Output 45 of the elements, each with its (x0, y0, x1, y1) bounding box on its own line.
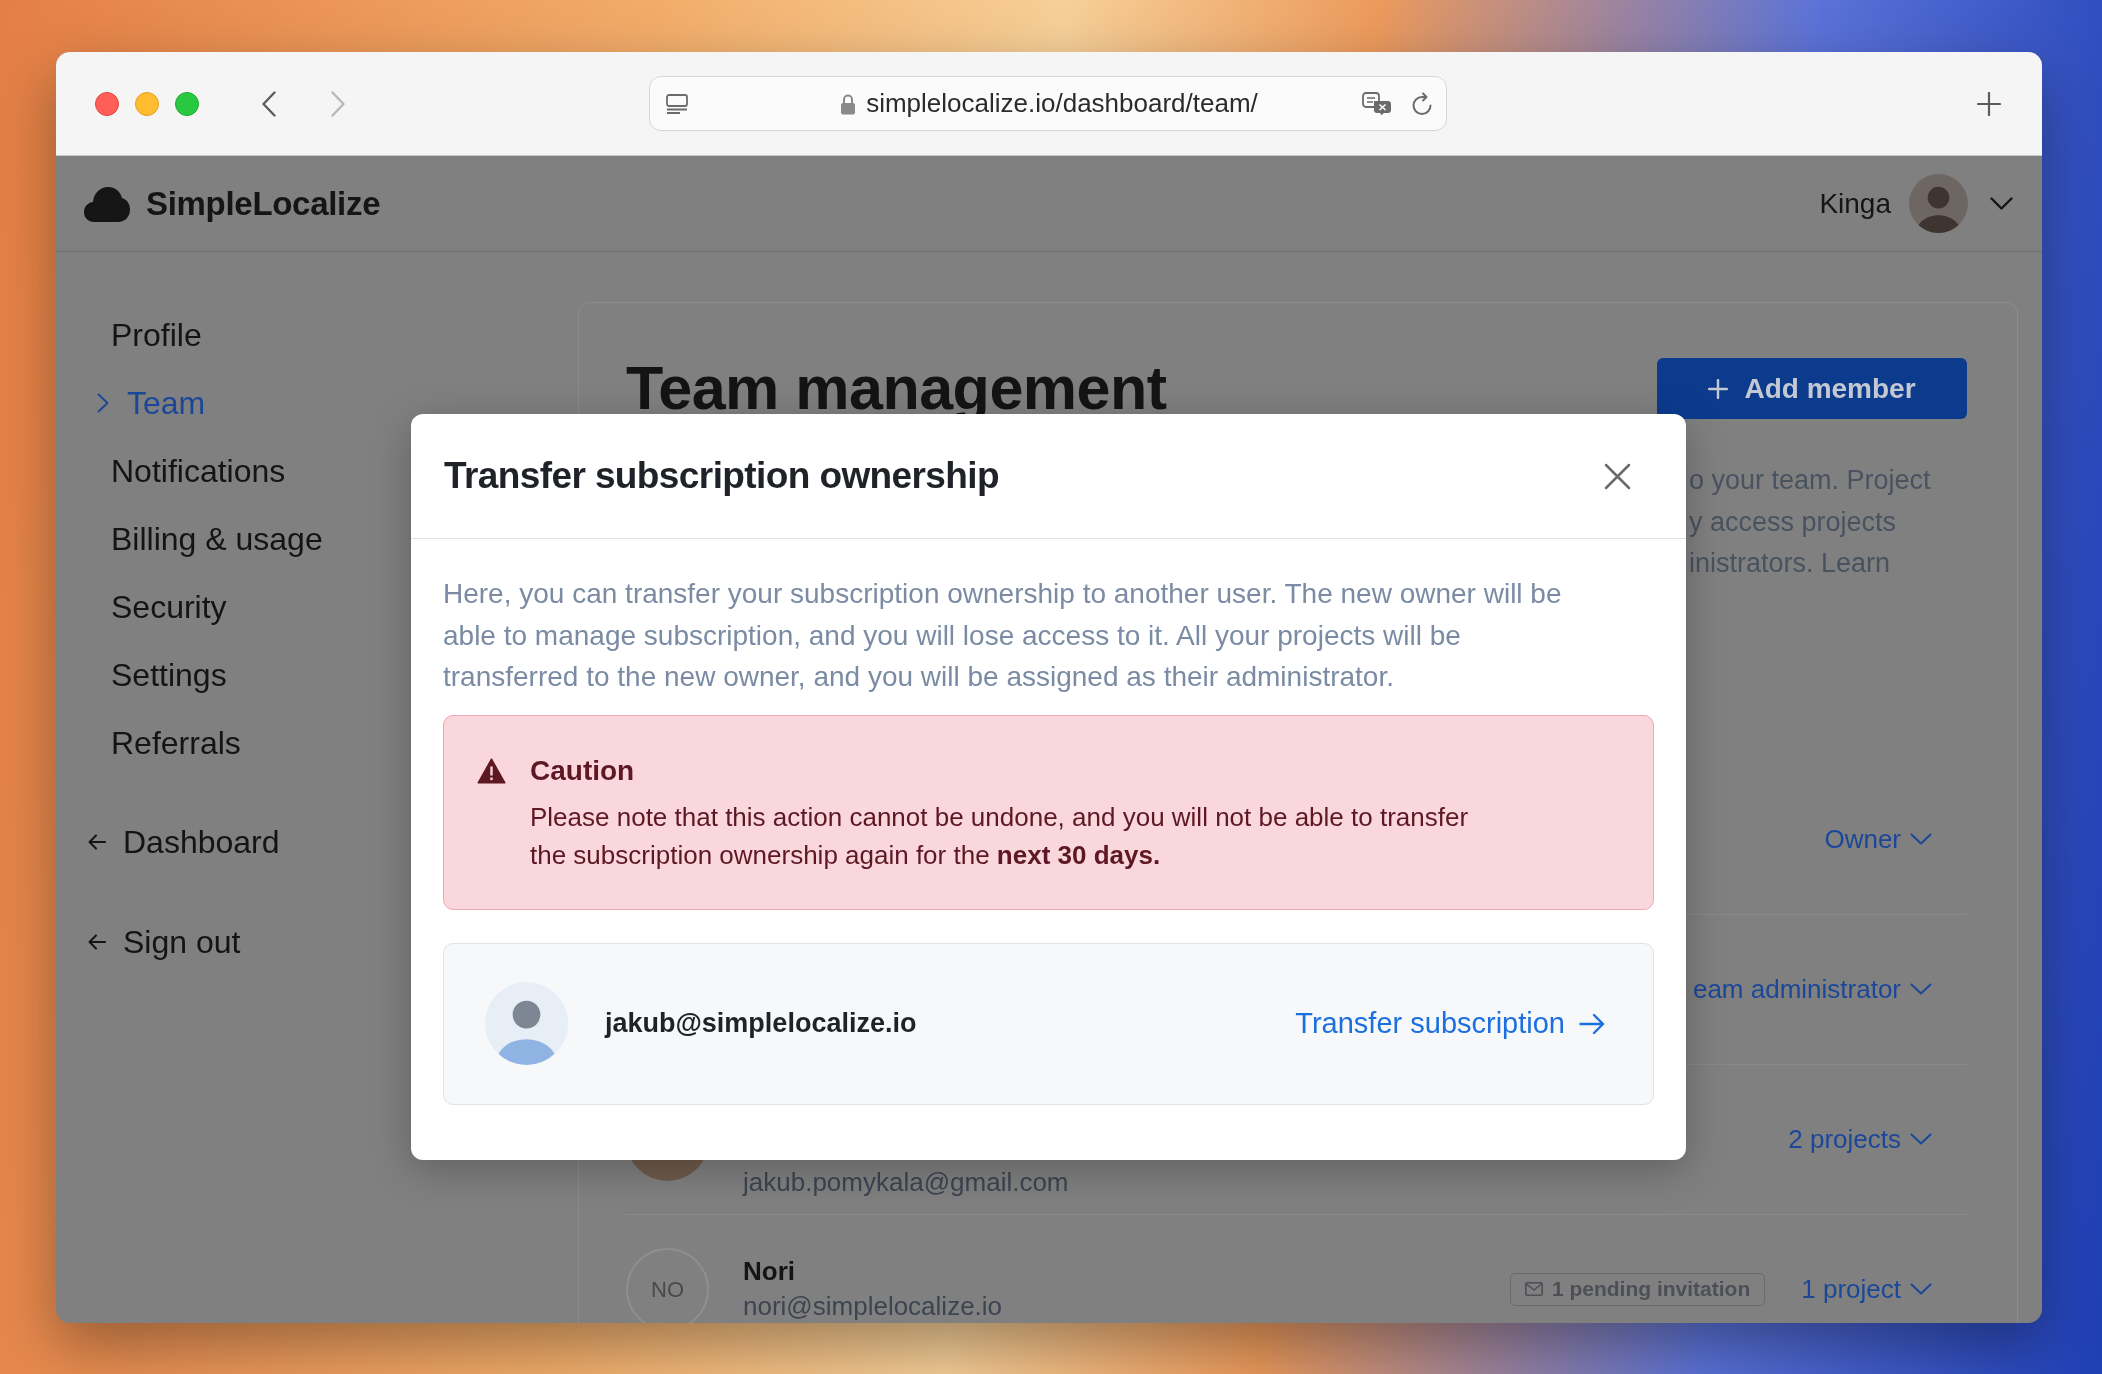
transfer-subscription-link[interactable]: Transfer subscription (1295, 1001, 1605, 1046)
url-text: simplelocalize.io/dashboard/team/ (866, 87, 1258, 120)
chevron-right-icon (97, 393, 109, 413)
page-title: Team management (626, 358, 1167, 419)
page-icon[interactable] (666, 93, 688, 114)
cloud-logo-icon (83, 184, 131, 223)
close-icon[interactable] (1604, 462, 1631, 490)
caution-text: Please note that this action cannot be undone, and you will not be able to transfer the subscription ownership again for the next 30 days. (530, 800, 1470, 872)
plus-icon[interactable] (1977, 91, 2001, 116)
lock-icon (840, 92, 857, 115)
sidebar-item[interactable]: Profile (111, 301, 202, 369)
warning-icon (477, 757, 506, 784)
chevron-down-icon (1910, 833, 1932, 845)
modal-description: Here, you can transfer your subscription ownership to another user. The new owner will be able to manage subscription, and you will lose access to it. All your projects will be transferred to the new owner, and you will be assigned as their administrator. (443, 577, 1563, 694)
member-name: Nori (743, 1255, 795, 1288)
mail-icon (1524, 1282, 1543, 1296)
sidebar-item[interactable]: Referrals (111, 709, 241, 777)
arrow-left-icon (88, 834, 106, 850)
modal-title: Transfer subscription ownership (444, 454, 999, 499)
user-menu-button[interactable]: Kinga (1819, 174, 2013, 233)
reload-icon[interactable] (1411, 91, 1433, 116)
chevron-down-icon (1910, 1133, 1932, 1145)
caution-title: Caution (530, 753, 636, 788)
chevron-down-icon (1990, 197, 2013, 210)
sidebar-link[interactable]: Dashboard (88, 808, 280, 876)
sidebar-link[interactable]: Sign out (88, 908, 241, 976)
member-email: jakub.pomykala@gmail.com (743, 1166, 1069, 1199)
member-email: jakub@simplelocalize.io (605, 1007, 917, 1041)
arrow-left-icon (88, 934, 106, 950)
arrow-right-icon (1579, 1012, 1605, 1035)
brand-name: SimpleLocalize (146, 183, 381, 224)
chevron-down-icon (1910, 1283, 1932, 1295)
sidebar-item[interactable]: Billing & usage (111, 505, 323, 573)
plus-icon (1708, 378, 1729, 399)
sidebar-item[interactable]: Security (111, 573, 227, 641)
address-bar[interactable]: simplelocalize.io/dashboard/team/ (649, 76, 1447, 131)
sidebar-item[interactable]: Settings (111, 641, 227, 709)
translate-icon[interactable] (1362, 91, 1392, 116)
member-email: nori@simplelocalize.io (743, 1290, 1003, 1323)
add-member-button[interactable]: Add member (1657, 358, 1967, 419)
window-zoom-icon[interactable] (175, 91, 199, 116)
window-close-icon[interactable] (95, 91, 119, 116)
chevron-left-icon[interactable] (262, 90, 276, 117)
sidebar-item[interactable]: Notifications (111, 437, 286, 505)
chevron-down-icon (1910, 983, 1932, 995)
